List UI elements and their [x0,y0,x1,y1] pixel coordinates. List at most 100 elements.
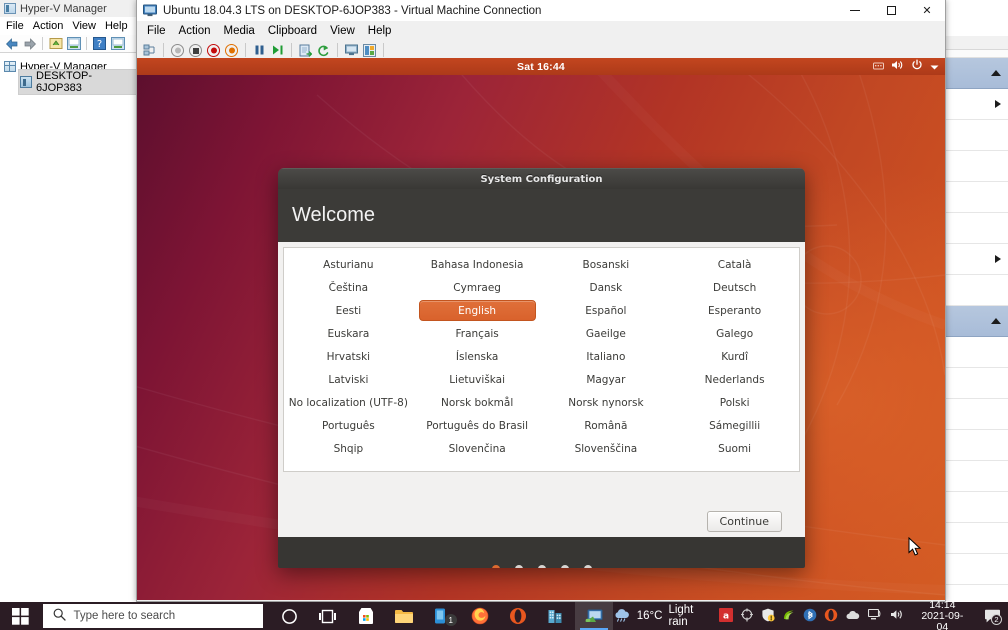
language-list[interactable]: Asturianu Bahasa Indonesia Bosanski Català Č… [283,247,800,472]
taskbar-clock[interactable]: 14:14 2021-09-04 [912,599,973,630]
hyperv-manager-window[interactable]: Hyper-V Manager File Action View Help ? … [0,0,140,602]
maximize-button[interactable] [873,0,909,21]
language-option[interactable]: Português do Brasil [413,414,542,437]
show-pane-icon[interactable] [110,36,125,51]
volume-icon[interactable] [890,608,905,624]
bg-window-row[interactable] [945,523,1008,554]
power-icon[interactable] [911,58,923,76]
bg-window-row[interactable] [945,275,1008,306]
language-option[interactable]: Esperanto [670,299,799,322]
bluetooth-icon[interactable] [803,608,817,625]
opera-tray-icon[interactable] [824,608,838,625]
microsoft-teams-icon[interactable]: 1 [423,602,461,630]
adobe-icon[interactable]: a [718,607,733,625]
language-option[interactable]: Suomi [670,437,799,460]
language-option[interactable]: Polski [670,391,799,414]
vm-menu-action[interactable]: Action [179,25,211,37]
keyboard-indicator-icon[interactable] [873,58,884,76]
language-option[interactable]: Cymraeg [413,276,542,299]
continue-button[interactable]: Continue [706,510,782,532]
close-button[interactable]: ✕ [909,0,945,21]
vm-menu-help[interactable]: Help [368,25,392,37]
vm-menubar[interactable]: File Action Media Clipboard View Help [137,21,945,41]
task-view-icon[interactable] [309,602,347,630]
vm-connection-window[interactable]: Ubuntu 18.04.3 LTS on DESKTOP-6JOP383 - … [136,0,946,602]
system-tray[interactable]: 16°C Light rain a 14:14 2021-09-04 2 [613,599,1008,630]
language-option[interactable]: Magyar [542,368,671,391]
snipping-tool-icon[interactable] [740,607,754,625]
language-option[interactable]: Português [284,414,413,437]
ubuntu-topbar[interactable]: Sat 16:44 [137,58,945,75]
vm-menu-clipboard[interactable]: Clipboard [268,25,317,37]
language-option[interactable]: Eesti [284,299,413,322]
start-icon[interactable] [270,43,285,58]
language-option[interactable]: Lietuviškai [413,368,542,391]
language-option[interactable]: Français [413,322,542,345]
bg-window-row-selected[interactable] [945,58,1008,89]
turn-off-icon[interactable] [206,43,221,58]
hyperv-menu-help[interactable]: Help [105,20,128,32]
bg-window-row[interactable] [945,492,1008,523]
language-option[interactable]: Italiano [542,345,671,368]
ubuntu-guest-screen[interactable]: Sat 16:44 System Configuration Welcome A… [137,58,945,600]
firefox-icon[interactable] [461,602,499,630]
system-configuration-dialog[interactable]: System Configuration Welcome Asturianu Ba… [278,168,805,568]
language-option[interactable]: Asturianu [284,253,413,276]
opera-icon[interactable] [499,602,537,630]
bg-window-row[interactable] [945,120,1008,151]
window-controls[interactable]: ✕ [837,0,945,21]
chevron-down-icon[interactable] [930,58,939,76]
pagination-dot[interactable] [560,564,569,568]
language-option[interactable]: Íslenska [413,345,542,368]
hyperv-tree[interactable]: Hyper-V Manager DESKTOP-6JOP383 [0,53,139,95]
weather-widget[interactable]: 16°C Light rain [613,604,708,628]
minimize-button[interactable] [837,0,873,21]
bg-window-row[interactable] [945,89,1008,120]
vm-menu-view[interactable]: View [330,25,355,37]
language-option[interactable]: Dansk [542,276,671,299]
language-option[interactable]: Latviski [284,368,413,391]
tree-node-host[interactable]: DESKTOP-6JOP383 [4,68,139,95]
pagination-dot[interactable] [514,564,523,568]
bg-window-row[interactable] [945,461,1008,492]
language-option[interactable]: Norsk bokmål [413,391,542,414]
microsoft-store-icon[interactable] [347,602,385,630]
pagination-dot[interactable] [583,564,592,568]
hyperv-menu-file[interactable]: File [6,20,24,32]
bg-window-row-selected[interactable] [945,306,1008,337]
stop-icon[interactable] [188,43,203,58]
dialog-pagination[interactable] [278,537,805,568]
bg-window-row[interactable] [945,182,1008,213]
language-option[interactable]: Slovenčina [413,437,542,460]
hyperv-menu-view[interactable]: View [72,20,96,32]
language-option[interactable]: Galego [670,322,799,345]
language-option[interactable]: Norsk nynorsk [542,391,671,414]
nvidia-icon[interactable] [782,608,796,625]
bg-window-row[interactable] [945,554,1008,585]
language-option[interactable]: Čeština [284,276,413,299]
background-window-right[interactable] [944,36,1008,602]
windows-taskbar[interactable]: Type here to search 1 16°C Light rain a … [0,599,1008,630]
search-input[interactable]: Type here to search [42,604,263,628]
language-option[interactable]: Deutsch [670,276,799,299]
language-option[interactable]: Kurdî [670,345,799,368]
language-option[interactable]: Gaeilge [542,322,671,345]
bg-window-row[interactable] [945,399,1008,430]
settings-icon[interactable] [362,43,377,58]
volume-icon[interactable] [891,58,904,76]
vm-menu-file[interactable]: File [147,25,166,37]
language-option[interactable]: No localization (UTF-8) [284,391,413,414]
bg-window-row[interactable] [945,244,1008,275]
bg-window-row[interactable] [945,213,1008,244]
language-option[interactable]: Bosanski [542,253,671,276]
network-icon[interactable] [867,608,883,624]
checkpoint-icon[interactable] [142,43,157,58]
language-option[interactable]: Español [542,299,671,322]
language-option[interactable]: Nederlands [670,368,799,391]
back-arrow-icon[interactable] [4,36,19,51]
bg-window-row[interactable] [945,337,1008,368]
language-option[interactable]: Hrvatski [284,345,413,368]
action-center-icon[interactable]: 2 [980,602,1004,630]
ubuntu-tray[interactable] [873,58,939,75]
vm-menu-media[interactable]: Media [224,25,255,37]
